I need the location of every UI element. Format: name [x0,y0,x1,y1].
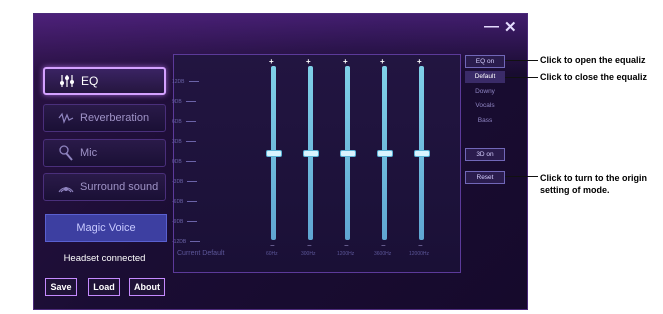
band-plus-icon[interactable]: + [343,57,348,66]
nav-reverberation[interactable]: Reverberation [43,104,166,132]
connection-status: Headset connected [63,253,146,264]
band-minus-icon[interactable]: − [307,241,312,250]
callout-reset-line1: Click to turn to the origin [540,173,647,183]
band-plus-icon[interactable]: + [417,57,422,66]
band-minus-icon[interactable]: − [381,241,386,250]
nav-label: EQ [81,74,99,88]
db-label: 3DB [172,139,212,145]
microphone-icon [58,145,74,161]
band-frequency-label: 1200Hz [337,251,355,257]
db-label: -6DB [172,199,212,205]
band-slider-thumb[interactable] [266,150,282,157]
mode-option-bass[interactable]: Bass [465,115,505,127]
db-label: -12DB [172,239,212,245]
db-label: 9DB [172,99,212,105]
load-button[interactable]: Load [88,278,120,296]
mode-option-default[interactable]: Default [465,71,505,83]
band-plus-icon[interactable]: + [269,57,274,66]
callout-line [505,176,538,177]
nav-label: Mic [80,147,98,159]
about-button[interactable]: About [129,278,165,296]
close-button[interactable]: ✕ [504,18,517,36]
mode-option-downy[interactable]: Downy [465,86,505,98]
callout-reset-line2: setting of mode. [540,185,610,195]
waveform-icon [58,110,74,126]
save-button[interactable]: Save [45,278,77,296]
band-minus-icon[interactable]: − [418,241,423,250]
minimize-button[interactable]: — [484,18,499,35]
mode-option-vocals[interactable]: Vocals [465,100,505,112]
nav-eq[interactable]: EQ [43,67,166,95]
eq-on-button[interactable]: EQ on [465,55,505,68]
band-slider-thumb[interactable] [340,150,356,157]
nav-label: Surround sound [80,181,159,193]
callout-line [505,77,538,78]
magic-voice-button[interactable]: Magic Voice [45,214,167,242]
band-minus-icon[interactable]: − [344,241,349,250]
db-label: 6DB [172,119,212,125]
band-plus-icon[interactable]: + [306,57,311,66]
db-label: 12DB [172,79,212,85]
current-preset-label: Current Default [177,250,225,257]
band-slider-thumb[interactable] [414,150,430,157]
band-frequency-label: 300Hz [301,251,316,257]
db-label: 0DB [172,159,212,165]
callout-open-eq: Click to open the equaliz [540,55,646,65]
callout-line [505,60,538,61]
reset-button[interactable]: Reset [465,171,505,184]
band-frequency-label: 60Hz [266,251,278,257]
3d-on-button[interactable]: 3D on [465,148,505,161]
equalizer-icon [59,73,75,89]
db-label: -3DB [172,179,212,185]
db-label: -9DB [172,219,212,225]
band-frequency-label: 3600Hz [374,251,392,257]
band-minus-icon[interactable]: − [270,241,275,250]
band-slider-thumb[interactable] [377,150,393,157]
band-frequency-label: 12000Hz [409,251,430,257]
surround-icon [58,179,74,195]
callout-close-eq: Click to close the equaliz [540,72,648,82]
nav-surround-sound[interactable]: Surround sound [43,173,166,201]
band-plus-icon[interactable]: + [380,57,385,66]
band-slider-thumb[interactable] [303,150,319,157]
nav-label: Reverberation [80,112,150,124]
nav-mic[interactable]: Mic [43,139,166,167]
